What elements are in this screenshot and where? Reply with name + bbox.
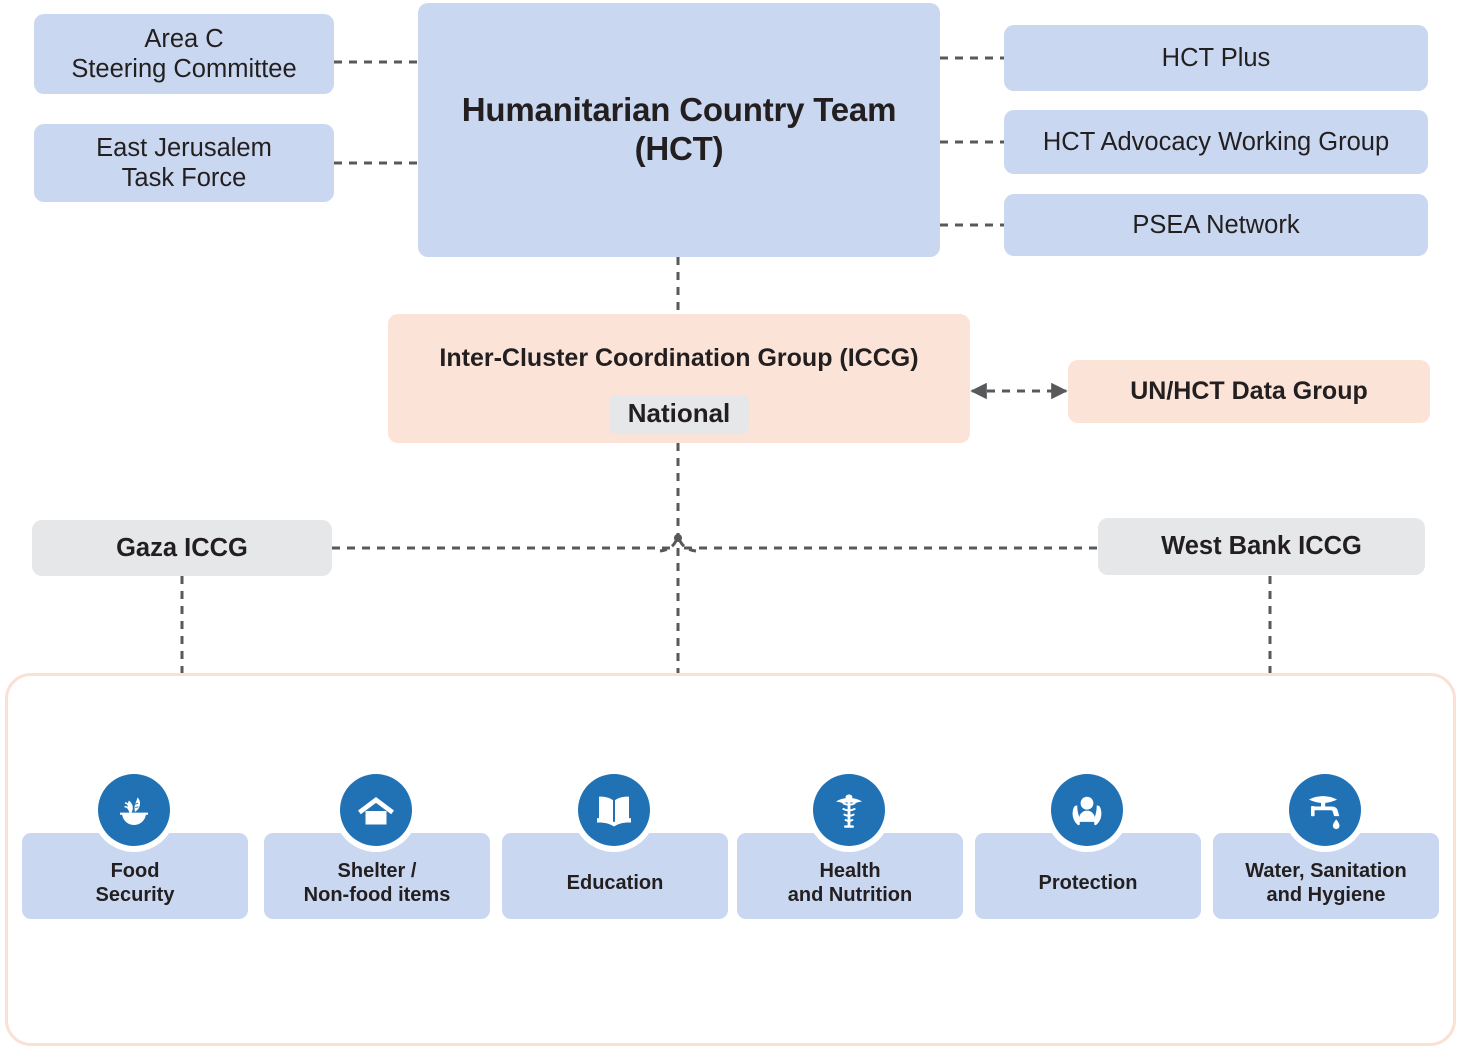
cluster-label: Protection <box>1038 871 1138 894</box>
node-west-bank-iccg[interactable]: West Bank ICCG <box>1098 518 1425 575</box>
cluster-label: Food Security <box>95 859 175 906</box>
caduceus-icon <box>813 774 885 846</box>
node-humanitarian-country-team[interactable]: Humanitarian Country Team (HCT) <box>418 3 940 257</box>
wheat-bowl-icon <box>98 774 170 846</box>
junction-right-curve <box>676 533 697 553</box>
node-gaza-iccg[interactable]: Gaza ICCG <box>32 520 332 576</box>
cluster-label: Health and Nutrition <box>787 859 913 906</box>
org-chart-diagram: Area C Steering Committee East Jerusalem… <box>0 0 1462 1054</box>
cluster-label: Shelter / Non-food items <box>303 859 451 906</box>
node-hct-plus[interactable]: HCT Plus <box>1004 25 1428 91</box>
open-book-icon <box>578 774 650 846</box>
node-area-c-steering-committee[interactable]: Area C Steering Committee <box>34 14 334 94</box>
cluster-label: Education <box>566 871 664 894</box>
node-un-hct-data-group[interactable]: UN/HCT Data Group <box>1068 360 1430 423</box>
junction-left-curve <box>659 533 680 553</box>
faucet-drop-icon <box>1289 774 1361 846</box>
junction-dot <box>674 534 682 542</box>
house-icon <box>340 774 412 846</box>
iccg-scope-badge: National <box>609 395 749 434</box>
cluster-label: Water, Sanitation and Hygiene <box>1245 859 1407 906</box>
hands-person-icon <box>1051 774 1123 846</box>
node-hct-advocacy-working-group[interactable]: HCT Advocacy Working Group <box>1004 110 1428 174</box>
node-inter-cluster-coordination-group[interactable]: Inter-Cluster Coordination Group (ICCG) … <box>388 314 970 443</box>
node-psea-network[interactable]: PSEA Network <box>1004 194 1428 256</box>
iccg-title: Inter-Cluster Coordination Group (ICCG) <box>439 344 919 372</box>
node-east-jerusalem-task-force[interactable]: East Jerusalem Task Force <box>34 124 334 202</box>
